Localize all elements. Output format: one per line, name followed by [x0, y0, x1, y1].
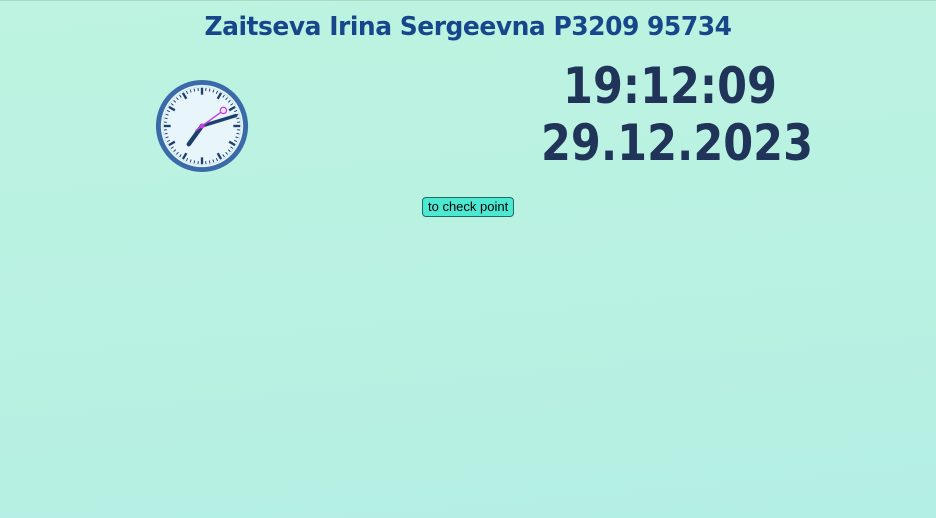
top-divider [0, 0, 936, 1]
minute-tick [208, 160, 211, 164]
minute-tick [193, 160, 196, 164]
clock-center-pin [199, 123, 205, 129]
minute-tick [164, 132, 168, 135]
page-title: Zaitseva Irina Sergeevna P3209 95734 [204, 12, 732, 42]
to-check-point-button[interactable]: to check point [422, 197, 515, 217]
second-hand-tip [219, 106, 228, 115]
minute-tick [236, 132, 240, 135]
minute-tick [193, 88, 196, 92]
digital-date: 29.12.2023 [541, 114, 814, 172]
minute-tick [208, 88, 211, 92]
minute-tick [164, 117, 168, 120]
analog-clock [155, 79, 249, 173]
minute-tick [236, 117, 240, 120]
digital-time: 19:12:09 [563, 57, 777, 115]
